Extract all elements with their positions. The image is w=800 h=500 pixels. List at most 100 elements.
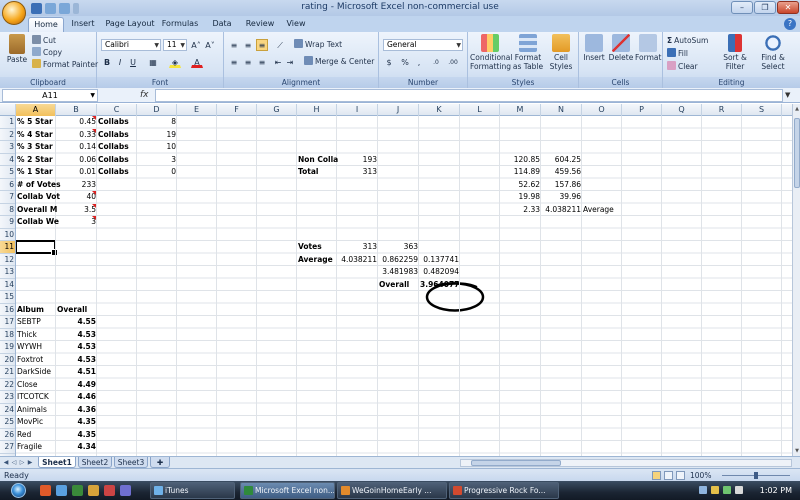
taskbar-item[interactable]: Microsoft Excel non...	[240, 482, 335, 499]
browser-icon[interactable]	[40, 485, 51, 496]
row-header-11[interactable]: 11	[0, 241, 15, 254]
row-header-15[interactable]: 15	[0, 291, 15, 304]
percent-button[interactable]: %	[399, 56, 411, 68]
align-center-button[interactable]: ≡	[242, 56, 254, 68]
column-header-g[interactable]: G	[257, 104, 297, 116]
cell-b6[interactable]: 233	[56, 179, 97, 192]
scroll-thumb[interactable]	[794, 118, 800, 188]
tab-formulas[interactable]: Formulas	[160, 17, 200, 32]
last-sheet-icon[interactable]: ▶	[26, 458, 34, 468]
cell-b5[interactable]: 0.01	[56, 166, 97, 179]
row-header-7[interactable]: 7	[0, 191, 15, 204]
restore-button[interactable]: ❐	[754, 1, 776, 14]
cell-b18[interactable]: 4.53	[56, 329, 97, 342]
sheet-tab-sheet3[interactable]: Sheet3	[114, 457, 148, 468]
tab-page-layout[interactable]: Page Layout	[104, 17, 156, 32]
cell-b19[interactable]: 4.53	[56, 341, 97, 354]
comment-indicator[interactable]	[92, 203, 96, 208]
column-header-a[interactable]: A	[16, 104, 56, 116]
column-header-k[interactable]: K	[419, 104, 460, 116]
row-header-16[interactable]: 16	[0, 304, 15, 316]
prev-sheet-icon[interactable]: ◁	[10, 458, 18, 468]
tab-insert[interactable]: Insert	[68, 17, 98, 32]
column-header-p[interactable]: P	[622, 104, 662, 116]
tab-data[interactable]: Data	[208, 17, 236, 32]
chevron-down-icon[interactable]: ▼	[785, 91, 790, 99]
insert-sheet-icon[interactable]: ✚	[150, 457, 170, 468]
cell-k12[interactable]: 0.137741	[419, 254, 460, 267]
decrease-indent-button[interactable]: ⇤	[272, 56, 284, 68]
column-header-m[interactable]: M	[500, 104, 541, 116]
font-size-select[interactable]: 11 ▼	[163, 39, 187, 51]
format-cells-button[interactable]: Format	[635, 34, 661, 62]
row-header-14[interactable]: 14	[0, 279, 15, 291]
fill-button[interactable]: Fill	[667, 48, 688, 60]
cell-n4[interactable]: 604.25	[541, 154, 582, 167]
align-right-button[interactable]: ≡	[256, 56, 268, 68]
cell-b23[interactable]: 4.46	[56, 391, 97, 404]
cell-b26[interactable]: 4.35	[56, 429, 97, 442]
scroll-thumb[interactable]	[471, 460, 561, 466]
cell-j13[interactable]: 3.481983	[378, 266, 419, 279]
cell-i5[interactable]: 313	[337, 166, 378, 179]
cell-b7[interactable]: 40	[56, 191, 97, 204]
format-painter-button[interactable]: Format Painter	[32, 59, 98, 71]
sort-filter-button[interactable]: Sort & Filter	[717, 34, 753, 71]
row-header-27[interactable]: 27	[0, 441, 15, 454]
cell-m7[interactable]: 19.98	[500, 191, 541, 204]
media-player-icon[interactable]	[72, 485, 83, 496]
cell-b9[interactable]: 3	[56, 216, 97, 229]
increase-decimal-button[interactable]: .0	[429, 56, 443, 68]
row-header-6[interactable]: 6	[0, 179, 15, 191]
format-as-table-button[interactable]: Format as Table	[512, 34, 544, 71]
grow-font-button[interactable]: A˄	[190, 39, 202, 51]
row-header-10[interactable]: 10	[0, 229, 15, 241]
function-icon[interactable]: fx	[140, 89, 149, 102]
bold-button[interactable]: B	[101, 56, 113, 68]
cell-b8[interactable]: 3.5	[56, 204, 97, 217]
comment-indicator[interactable]	[92, 128, 96, 133]
show-desktop-icon[interactable]	[56, 485, 67, 496]
cell-d3[interactable]: 10	[137, 141, 177, 154]
app-icon[interactable]	[104, 485, 115, 496]
cell-d5[interactable]: 0	[137, 166, 177, 179]
tab-home[interactable]: Home	[28, 17, 64, 32]
cell-b21[interactable]: 4.51	[56, 366, 97, 379]
row-header-18[interactable]: 18	[0, 329, 15, 341]
align-left-button[interactable]: ≡	[228, 56, 240, 68]
minimize-button[interactable]: –	[731, 1, 753, 14]
comment-indicator[interactable]	[92, 216, 96, 220]
column-header-s[interactable]: S	[742, 104, 782, 116]
column-header-e[interactable]: E	[177, 104, 217, 116]
underline-button[interactable]: U	[127, 56, 139, 68]
row-header-4[interactable]: 4	[0, 154, 15, 166]
zoom-slider[interactable]	[722, 472, 790, 479]
tab-review[interactable]: Review	[242, 17, 278, 32]
taskbar-item[interactable]: WeGoinHomeEarly ...	[337, 482, 447, 499]
italic-button[interactable]: I	[114, 56, 126, 68]
insert-cells-button[interactable]: Insert	[581, 34, 607, 62]
number-format-select[interactable]: General ▼	[383, 39, 463, 51]
align-top-button[interactable]: ≡	[228, 39, 240, 51]
row-header-3[interactable]: 3	[0, 141, 15, 154]
horizontal-scrollbar[interactable]	[460, 459, 792, 467]
row-header-23[interactable]: 23	[0, 391, 15, 404]
merge-center-button[interactable]: Merge & Center	[304, 56, 374, 68]
cell-b20[interactable]: 4.53	[56, 354, 97, 367]
clock[interactable]: 1:02 PM	[760, 481, 792, 500]
column-header-l[interactable]: L	[460, 104, 500, 116]
taskbar-item[interactable]: iTunes	[150, 482, 235, 499]
tab-view[interactable]: View	[282, 17, 310, 32]
app-icon[interactable]	[120, 485, 131, 496]
borders-button[interactable]: ▦	[147, 56, 159, 68]
font-name-select[interactable]: Calibri ▼	[101, 39, 161, 51]
next-sheet-icon[interactable]: ▷	[18, 458, 26, 468]
column-header-r[interactable]: R	[702, 104, 742, 116]
row-header-19[interactable]: 19	[0, 341, 15, 354]
cell-i4[interactable]: 193	[337, 154, 378, 167]
scroll-down-icon[interactable]: ▼	[793, 446, 800, 456]
cell-d1[interactable]: 8	[137, 116, 177, 129]
row-header-25[interactable]: 25	[0, 416, 15, 429]
page-layout-view-icon[interactable]	[664, 471, 673, 480]
row-header-2[interactable]: 2	[0, 129, 15, 141]
